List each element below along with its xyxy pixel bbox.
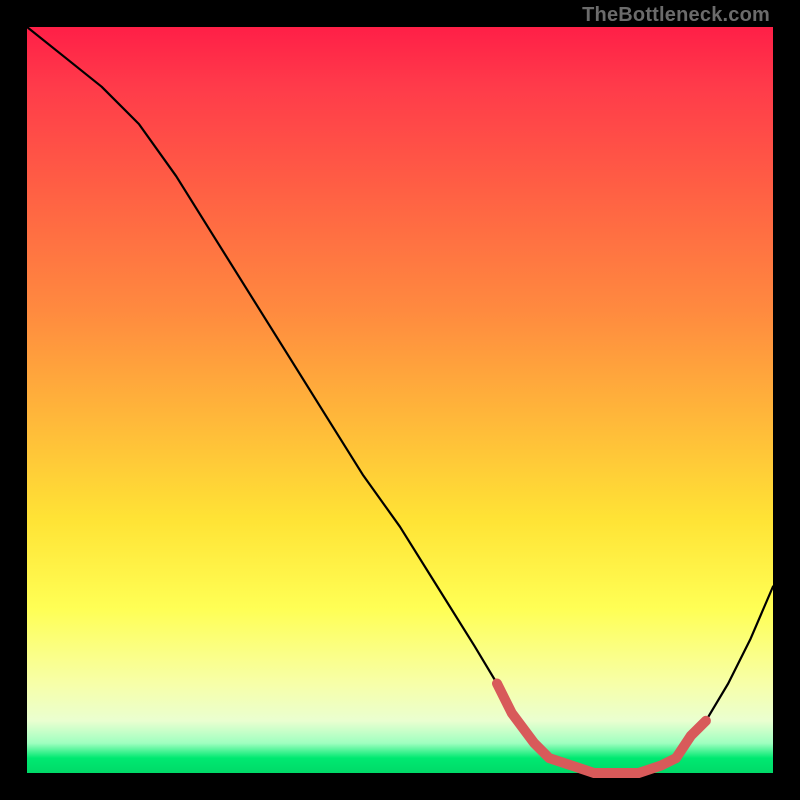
bottleneck-curve xyxy=(27,27,773,773)
watermark-text: TheBottleneck.com xyxy=(582,4,770,27)
plot-area xyxy=(27,27,773,773)
chart-frame: TheBottleneck.com xyxy=(0,0,800,800)
curve-svg xyxy=(27,27,773,773)
highlight-segment-rise xyxy=(676,721,706,758)
highlight-segment-valley xyxy=(497,684,676,774)
